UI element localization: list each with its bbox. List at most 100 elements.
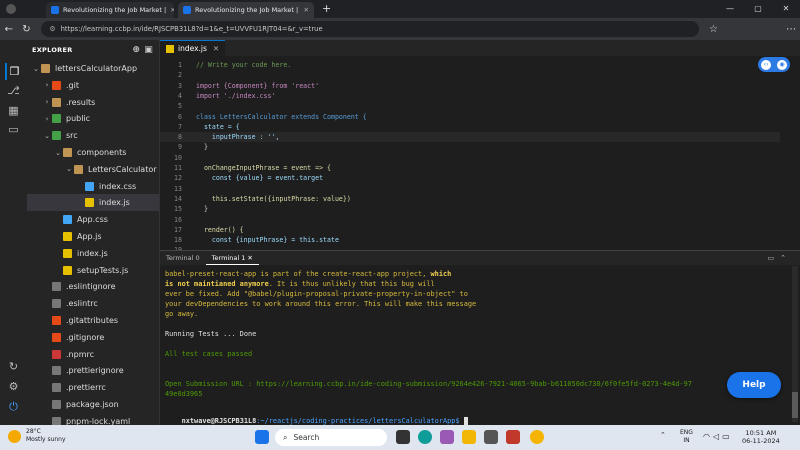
chevron-right-icon: › — [45, 81, 49, 90]
code-line: 14 this.setState({inputPhrase: value}) — [160, 194, 351, 204]
language-indicator[interactable]: ENG IN — [680, 429, 693, 445]
task-view-icon[interactable] — [396, 430, 410, 444]
tree-item[interactable]: .gitignore — [27, 329, 159, 346]
line-number: 8 — [178, 133, 182, 142]
js-file-icon — [85, 198, 94, 208]
sync-icon[interactable]: ↻ — [5, 358, 22, 375]
help-button[interactable]: Help — [727, 372, 781, 398]
tree-item[interactable]: › .results — [27, 94, 159, 111]
code-line: 9 } — [160, 142, 208, 152]
terminal-scrollbar[interactable] — [792, 266, 798, 422]
tree-item[interactable]: App.js — [27, 228, 159, 245]
terminal-tab-1[interactable]: Terminal 1 ✕ — [205, 251, 259, 265]
tree-item[interactable]: .eslintrc — [27, 295, 159, 312]
tree-item[interactable]: index.css — [27, 178, 159, 195]
code-text: const {value} = event.target — [196, 174, 324, 183]
maximize-panel-icon[interactable]: ⌃ — [780, 254, 792, 262]
tree-item[interactable]: index.js — [27, 194, 159, 212]
tree-item[interactable]: ⌄ components — [27, 144, 159, 161]
code-text: inputPhrase : '', — [196, 133, 280, 142]
browser-menu-icon[interactable] — [6, 4, 16, 14]
browser-tab-1[interactable]: Revolutionizing the Job Market | ✕ — [46, 2, 174, 18]
tree-item[interactable]: › public — [27, 110, 159, 127]
back-icon[interactable]: ← — [0, 24, 18, 35]
language-code: ENG — [680, 429, 693, 436]
taskbar-search[interactable]: ⌕ Search — [275, 429, 387, 446]
tree-item[interactable]: › .git — [27, 77, 159, 94]
close-terminal-tab-icon[interactable]: ✕ — [247, 254, 252, 262]
new-tab-button[interactable]: + — [322, 2, 331, 15]
url-bar[interactable]: ⚙ https://learning.ccbp.in/ide/RJSCPB31L… — [41, 21, 699, 37]
minimize-button[interactable]: — — [716, 0, 744, 18]
code-line: 18 const {inputPhrase} = this.state — [160, 235, 339, 245]
tree-item[interactable]: pnpm-lock.yaml — [27, 413, 159, 425]
tree-item[interactable]: .gitattributes — [27, 312, 159, 329]
code-editor[interactable]: index.js ✕ 1 // Write your code here. 2 3 im… — [160, 40, 800, 250]
split-terminal-icon[interactable]: ▭ — [768, 254, 781, 262]
chrome-icon[interactable] — [530, 430, 544, 444]
site-info-icon[interactable]: ⚙ — [49, 25, 55, 33]
tree-item[interactable]: ⌄ LettersCalculator — [27, 161, 159, 178]
copilot-icon[interactable] — [440, 430, 454, 444]
line-number: 11 — [174, 164, 182, 172]
tree-item[interactable]: .eslintignore — [27, 278, 159, 295]
tray-overflow-icon[interactable]: ⌃ — [660, 431, 666, 439]
tree-item[interactable]: .prettierignore — [27, 362, 159, 379]
code-view-icon[interactable]: ‹› — [761, 59, 771, 70]
maximize-button[interactable]: ▢ — [744, 0, 772, 18]
preview-toggle[interactable]: ‹› ◉ — [758, 57, 790, 72]
settings-gear-icon[interactable]: ⚙ — [5, 378, 22, 395]
browser-menu-dots-icon[interactable]: ⋯ — [782, 24, 800, 35]
scrollbar-thumb[interactable] — [792, 392, 798, 418]
tree-item-label: public — [66, 114, 91, 124]
system-tray-icons[interactable]: ◠◁▭ — [703, 432, 733, 441]
tree-item[interactable]: .prettierrc — [27, 379, 159, 396]
tree-item[interactable]: ⌄ src — [27, 127, 159, 144]
windows-start-icon[interactable] — [255, 430, 269, 444]
tree-item[interactable]: package.json — [27, 396, 159, 413]
file-file-icon — [52, 299, 61, 309]
close-tab-icon[interactable]: ✕ — [166, 6, 174, 14]
new-file-icon[interactable]: ⊕ — [132, 45, 140, 55]
edge-icon[interactable] — [418, 430, 432, 444]
editor-tab-index-js[interactable]: index.js ✕ — [160, 40, 226, 56]
favorite-star-icon[interactable]: ☆ — [705, 24, 723, 35]
weather-temp: 28°C — [26, 428, 41, 435]
code-text: this.setState({inputPhrase: value}) — [196, 194, 351, 203]
line-number: 14 — [174, 194, 182, 203]
terminal-panel[interactable]: Terminal 0 Terminal 1 ✕ ▭⌃ babel-preset-… — [160, 250, 800, 425]
clock[interactable]: 10:51 AM 06-11-2024 — [742, 429, 780, 445]
tree-item[interactable]: App.css — [27, 211, 159, 228]
chevron-down-icon: ⌄ — [44, 131, 50, 140]
browser-tab-2[interactable]: Revolutionizing the Job Market | ✕ — [178, 2, 314, 18]
code-text: } — [196, 143, 208, 152]
extensions-icon[interactable]: ▦ — [5, 102, 22, 119]
weather-widget[interactable]: 28°C Mostly sunny — [8, 428, 66, 444]
tree-item[interactable]: setupTests.js — [27, 262, 159, 279]
store-icon[interactable] — [484, 430, 498, 444]
close-editor-tab-icon[interactable]: ✕ — [213, 44, 219, 53]
eye-icon[interactable]: ◉ — [777, 59, 787, 70]
chevron-right-icon: › — [45, 98, 49, 107]
mcafee-icon[interactable] — [506, 430, 520, 444]
file-explorer-icon[interactable] — [462, 430, 476, 444]
battery-icon: ▭ — [722, 432, 733, 441]
chevron-down-icon: ⌄ — [33, 64, 39, 73]
power-icon[interactable]: ⏻ — [5, 398, 22, 415]
tree-item-label: .gitignore — [66, 332, 105, 342]
tree-item[interactable]: ⌄ lettersCalculatorApp — [27, 60, 159, 77]
tree-item-label: App.js — [77, 232, 102, 241]
close-window-button[interactable]: ✕ — [772, 0, 800, 18]
close-tab-icon[interactable]: ✕ — [300, 6, 309, 14]
explorer-header: EXPLORER ⊕ ▣ — [27, 40, 159, 60]
reload-icon[interactable]: ↻ — [18, 24, 36, 35]
terminal-tab-0[interactable]: Terminal 0 — [160, 251, 206, 265]
tree-item[interactable]: .npmrc — [27, 346, 159, 363]
tree-item[interactable]: index.js — [27, 245, 159, 262]
preview-icon[interactable]: ▭ — [5, 121, 22, 138]
tree-item-label: .eslintrc — [66, 299, 98, 309]
explorer-files-icon[interactable]: ❐ — [5, 63, 22, 80]
editor-tab-bar: index.js ✕ — [160, 40, 800, 56]
new-folder-icon[interactable]: ▣ — [144, 45, 153, 55]
source-control-icon[interactable]: ⎇ — [5, 82, 22, 99]
